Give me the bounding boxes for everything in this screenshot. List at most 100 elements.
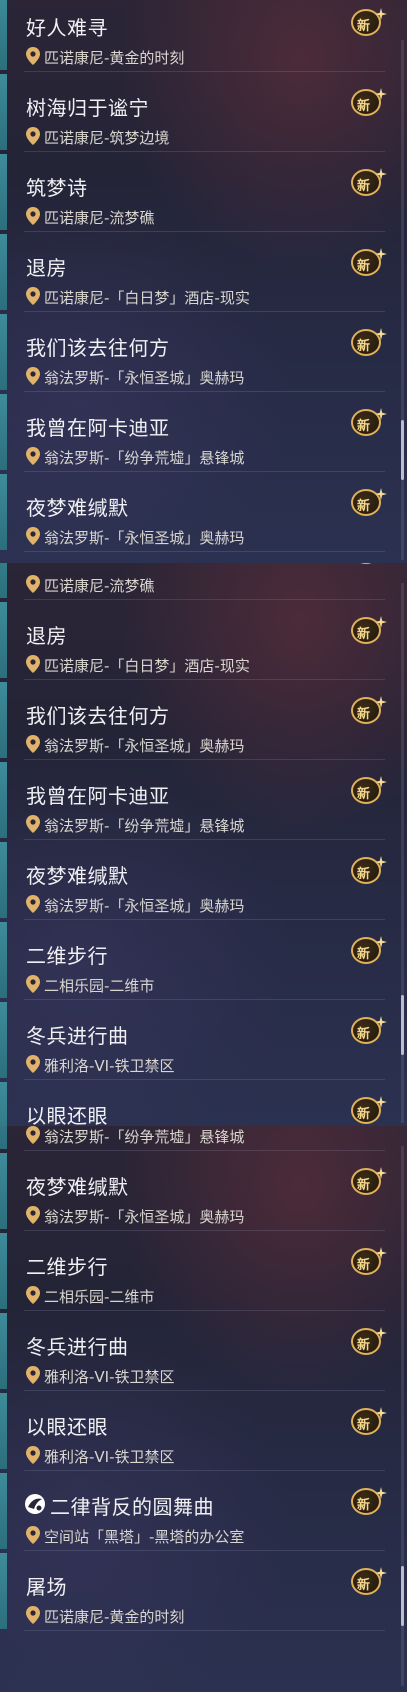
badge-label: 新 [357, 499, 371, 514]
location-pin-icon [26, 1366, 40, 1384]
sparkle-icon [375, 1164, 387, 1179]
quest-list-item[interactable]: 夜梦难缄默 翁法罗斯-「永恒圣城」奥赫玛 新 [0, 840, 407, 920]
location-pin-icon [26, 1206, 40, 1224]
new-badge: 新 [351, 165, 387, 197]
new-badge: 新 [351, 1564, 387, 1596]
location-pin-icon [26, 447, 40, 465]
quest-list-item[interactable]: 二维步行二相乐园-二维市 新 [0, 920, 407, 1000]
item-accent-bar [0, 1553, 7, 1629]
new-badge: 新 [351, 405, 387, 437]
location-pin-icon [26, 1526, 40, 1544]
scrollbar-thumb[interactable] [401, 995, 404, 1055]
quest-list-item[interactable]: 好人难寻匹诺康尼-黄金的时刻 新 [0, 0, 407, 72]
quest-location: 匹诺康尼-流梦礁 [44, 209, 155, 227]
quest-list-item[interactable]: 匹诺康尼-流梦礁 新 [0, 563, 407, 600]
quest-list-item[interactable]: 我曾在阿卡迪亚翁法罗斯-「纷争荒墟」悬锋城新 [0, 760, 407, 840]
quest-list-item[interactable]: 树海归于谧宁 匹诺康尼-筑梦边境 新 [0, 72, 407, 152]
location-pin-icon [26, 287, 40, 305]
location-pin-icon [26, 1126, 40, 1144]
new-badge: 新 [351, 1093, 387, 1125]
scrollbar-thumb[interactable] [401, 420, 404, 480]
item-accent-bar [0, 762, 7, 838]
quest-list-item[interactable]: 二维步行 二相乐园-二维市 新 [0, 1231, 407, 1311]
new-badge: 新 [351, 5, 387, 37]
quest-list-item[interactable]: 冬兵进行曲 雅利洛-VI-铁卫禁区 新 [0, 1311, 407, 1391]
item-accent-bar [0, 1233, 7, 1309]
location-pin-icon [26, 575, 40, 593]
quest-title: 二维步行 [26, 944, 108, 968]
quest-location: 匹诺康尼-筑梦边境 [44, 129, 170, 147]
quest-location: 匹诺康尼-「白日梦」酒店-现实 [44, 289, 250, 307]
sparkle-icon [375, 853, 387, 868]
quest-location: 二相乐园-二维市 [44, 977, 155, 995]
quest-list-item[interactable]: 退房 匹诺康尼-「白日梦」酒店-现实 新 [0, 232, 407, 312]
quest-location: 翁法罗斯-「永恒圣城」奥赫玛 [44, 1208, 245, 1226]
quest-list-panel-2: 匹诺康尼-流梦礁新退房匹诺康尼-「白日梦」酒店-现实新我们该去往何方翁法罗斯-「… [0, 563, 407, 1126]
quest-title: 屠场 [26, 1575, 67, 1599]
item-accent-bar [0, 1082, 7, 1126]
item-accent-bar [0, 922, 7, 998]
quest-location: 雅利洛-VI-铁卫禁区 [44, 1448, 175, 1466]
quest-title: 夜梦难缄默 [26, 496, 129, 520]
quest-list-item[interactable]: 我们该去往何方 翁法罗斯-「永恒圣城」奥赫玛 新 [0, 312, 407, 392]
quest-title: 筑梦诗 [26, 176, 88, 200]
quest-location: 翁法罗斯-「纷争荒墟」悬锋城 [44, 449, 245, 467]
badge-label: 新 [357, 707, 371, 722]
quest-list-item[interactable]: 以眼还眼 新 [0, 1080, 407, 1126]
sparkle-icon [375, 1324, 387, 1339]
location-pin-icon [26, 1055, 40, 1073]
quest-list-item[interactable]: 我曾在阿卡迪亚翁法罗斯-「纷争荒墟」悬锋城新 [0, 392, 407, 472]
location-pin-icon [26, 735, 40, 753]
sparkle-icon [375, 1093, 387, 1108]
new-badge: 新 [351, 613, 387, 645]
sparkle-icon [375, 405, 387, 420]
scrollbar-track[interactable] [401, 40, 404, 560]
badge-label: 新 [357, 787, 371, 802]
new-badge: 新 [351, 933, 387, 965]
sparkle-icon [375, 1404, 387, 1419]
location-pin-icon [26, 1286, 40, 1304]
badge-label: 新 [357, 179, 371, 194]
item-accent-bar [0, 563, 7, 598]
item-accent-bar [0, 74, 7, 150]
divider [24, 1630, 385, 1631]
quest-list-item[interactable]: 筑梦诗匹诺康尼-流梦礁 新 [0, 152, 407, 232]
quest-list-item[interactable]: 以眼还眼 雅利洛-VI-铁卫禁区 新 [0, 1391, 407, 1471]
quest-location: 匹诺康尼-黄金的时刻 [44, 49, 185, 67]
new-badge: 新 [351, 1244, 387, 1276]
quest-list-item[interactable]: 我们该去往何方 翁法罗斯-「永恒圣城」奥赫玛 新 [0, 680, 407, 760]
sparkle-icon [375, 1484, 387, 1499]
item-accent-bar [0, 1153, 7, 1229]
quest-list-item[interactable]: 夜梦难缄默 翁法罗斯-「永恒圣城」奥赫玛 新 [0, 1151, 407, 1231]
location-pin-icon [26, 895, 40, 913]
quest-list-item[interactable]: 退房 匹诺康尼-「白日梦」酒店-现实 新 [0, 600, 407, 680]
quest-location: 翁法罗斯-「永恒圣城」奥赫玛 [44, 369, 245, 387]
new-badge: 新 [351, 325, 387, 357]
quest-list-item[interactable]: 夜梦难缄默 翁法罗斯-「永恒圣城」奥赫玛 新 [0, 472, 407, 552]
sparkle-icon [375, 773, 387, 788]
badge-label: 新 [357, 867, 371, 882]
location-pin-icon [26, 367, 40, 385]
badge-label: 新 [357, 1498, 371, 1513]
new-badge: 新 [351, 853, 387, 885]
sparkle-icon [375, 1564, 387, 1579]
badge-label: 新 [357, 1107, 371, 1122]
item-accent-bar [0, 602, 7, 678]
quest-list-item[interactable]: 二律背反的圆舞曲 空间站「黑塔」-黑塔的办公室 新 [0, 1471, 407, 1551]
badge-label: 新 [357, 1338, 371, 1353]
sparkle-icon [375, 245, 387, 260]
new-badge: 新 [351, 1324, 387, 1356]
quest-location: 空间站「黑塔」-黑塔的办公室 [44, 1528, 245, 1546]
location-pin-icon [26, 127, 40, 145]
quest-list-item[interactable]: 冬兵进行曲 雅利洛-VI-铁卫禁区 新 [0, 1000, 407, 1080]
quest-list-item[interactable]: 我曾在阿卡迪亚翁法罗斯-「纷争荒墟」悬锋城新 [0, 1126, 407, 1151]
sparkle-icon [375, 1244, 387, 1259]
item-accent-bar [0, 0, 7, 70]
quest-title: 好人难寻 [26, 16, 108, 40]
quest-list-item[interactable]: 屠场 匹诺康尼-黄金的时刻 新 [0, 1551, 407, 1631]
badge-label: 新 [357, 99, 371, 114]
new-badge: 新 [351, 485, 387, 517]
badge-label: 新 [357, 1418, 371, 1433]
scrollbar-thumb[interactable] [401, 1566, 404, 1626]
quest-list-panel-3: 我曾在阿卡迪亚翁法罗斯-「纷争荒墟」悬锋城新夜梦难缄默翁法罗斯-「永恒圣城」奥赫… [0, 1126, 407, 1692]
